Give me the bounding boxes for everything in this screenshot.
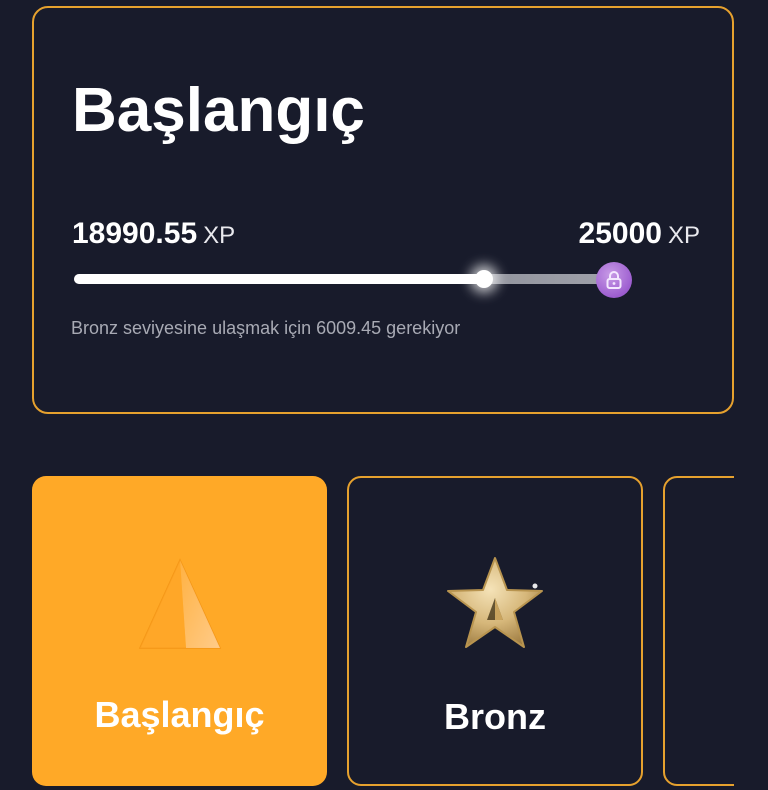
current-xp-unit: XP [203, 222, 236, 249]
target-xp-unit: XP [667, 222, 700, 249]
current-xp: 18990.55 XP [72, 217, 235, 251]
triangle-icon [138, 558, 222, 649]
level-title: Başlangıç [72, 76, 365, 145]
lock-icon[interactable] [596, 262, 632, 298]
progress-fill [74, 274, 485, 284]
tier-card-bronz[interactable]: Bronz [347, 476, 643, 786]
target-xp: 25000 XP [579, 217, 700, 251]
tier-label: Bronz [444, 696, 546, 737]
tier-card-baslangic[interactable]: Başlangıç [32, 476, 327, 786]
requirement-text: Bronz seviyesine ulaşmak için 6009.45 ge… [71, 318, 461, 338]
current-xp-value: 18990.55 [72, 217, 198, 250]
progress-card [32, 6, 734, 414]
star-icon [447, 557, 543, 648]
tier-label: Başlangıç [94, 694, 265, 735]
viewport-clip [734, 470, 768, 790]
target-xp-value: 25000 [578, 217, 662, 250]
progress-bar [74, 270, 614, 288]
